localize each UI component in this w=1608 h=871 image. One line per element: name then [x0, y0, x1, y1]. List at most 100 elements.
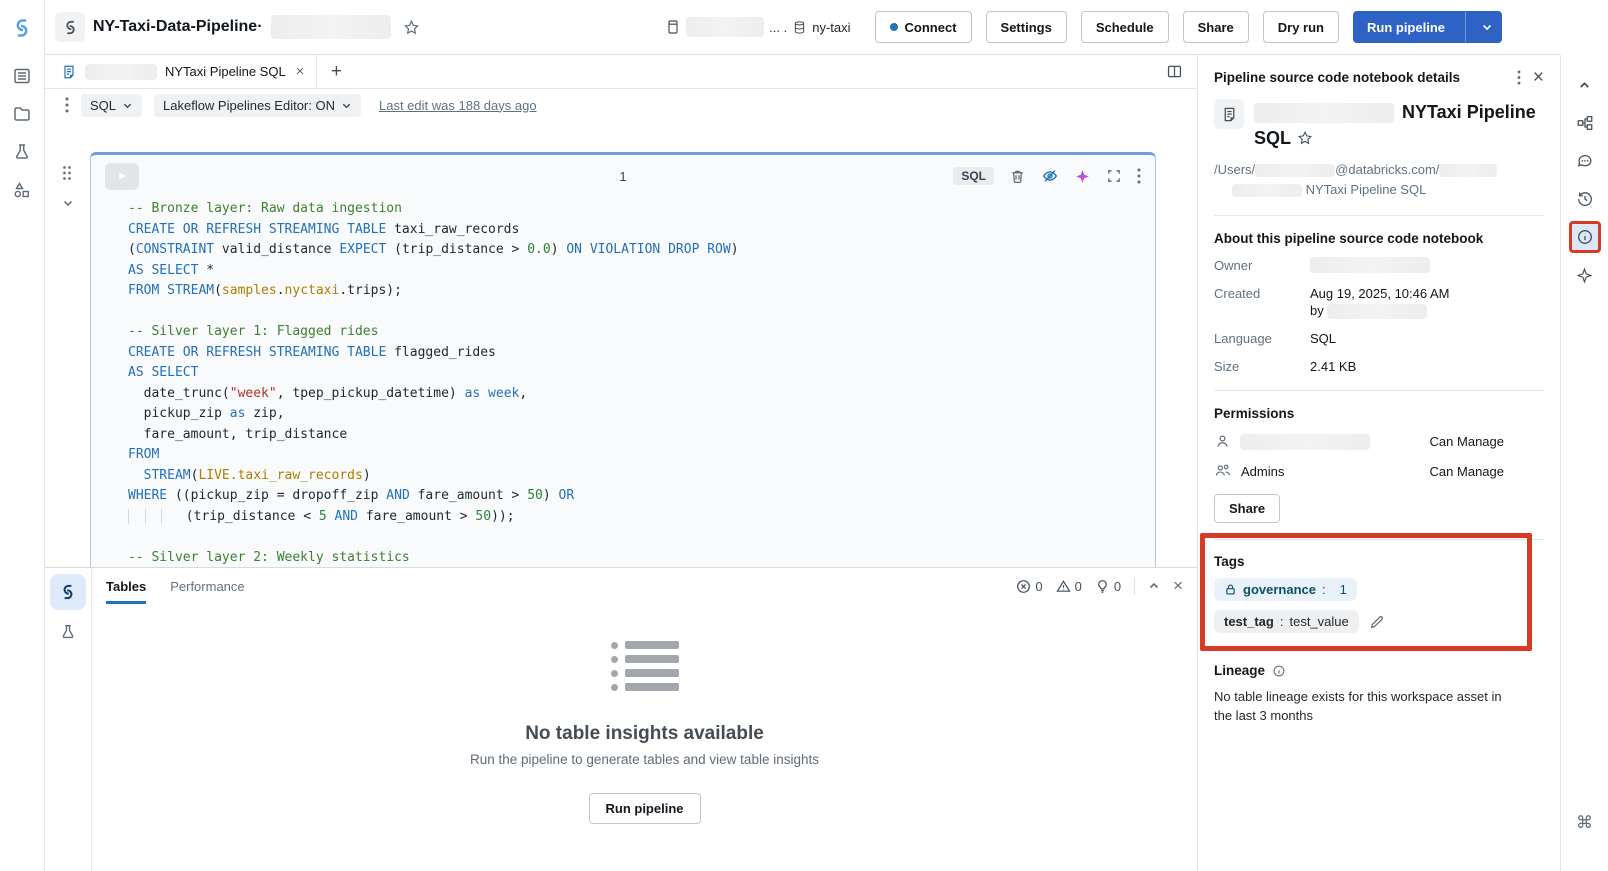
path-domain: @databricks.com/ [1335, 162, 1439, 177]
tag-test-tag[interactable]: test_tag:test_value [1214, 610, 1359, 633]
tag-separator: : [1280, 614, 1284, 629]
error-circle-icon [1016, 579, 1031, 594]
sql-code-cell[interactable]: 1 SQL [90, 152, 1156, 567]
command-key-icon[interactable]: ⌘ [1576, 813, 1593, 833]
size-row: Size 2.41 KB [1214, 358, 1544, 375]
tab-nytaxi-pipeline-sql[interactable]: NYTaxi Pipeline SQL × [45, 55, 317, 88]
details-kebab-menu-icon[interactable] [1517, 70, 1521, 85]
run-pipeline-chevron-down-icon[interactable] [1473, 21, 1501, 33]
tab-close-icon[interactable]: × [296, 64, 305, 79]
language-dropdown-label: SQL [90, 98, 116, 113]
tag-governance[interactable]: governance:1 [1214, 578, 1357, 601]
dry-run-label: Dry run [1278, 20, 1324, 35]
size-value: 2.41 KB [1310, 358, 1356, 375]
owner-row: Owner [1214, 257, 1544, 274]
editor-tab-bar: NYTaxi Pipeline SQL × + [45, 55, 1197, 89]
section-divider [1214, 215, 1544, 216]
database-icon [792, 20, 807, 35]
notebook-canvas: 1 SQL [45, 121, 1197, 567]
owner-label: Owner [1214, 257, 1310, 274]
permissions-heading: Permissions [1214, 406, 1544, 421]
admins-access-level: Can Manage [1430, 464, 1504, 479]
warning-counter[interactable]: 0 [1056, 579, 1082, 594]
language-value: SQL [1310, 330, 1336, 347]
redacted-catalog-name [686, 17, 764, 37]
catalog-context[interactable]: ... . ny-taxi [665, 17, 850, 37]
comments-icon[interactable] [1569, 145, 1601, 177]
edit-tags-pencil-icon[interactable] [1369, 614, 1385, 630]
bottom-panel-rail [45, 568, 92, 871]
new-tab-button[interactable]: + [317, 55, 355, 88]
lineage-graph-icon[interactable] [1569, 107, 1601, 139]
error-counter[interactable]: 0 [1016, 579, 1042, 594]
language-dropdown[interactable]: SQL [81, 94, 142, 117]
details-info-icon[interactable] [1569, 221, 1601, 253]
workspace-list-icon[interactable] [5, 59, 39, 93]
permission-row-user: Can Manage [1214, 433, 1544, 450]
tag-key: governance [1243, 582, 1316, 597]
models-shapes-icon[interactable] [5, 173, 39, 207]
empty-state-run-pipeline-button[interactable]: Run pipeline [589, 793, 701, 824]
suggestion-count: 0 [1114, 579, 1121, 594]
tags-section: Tags governance:1 test_tag:test_value [1214, 539, 1544, 647]
cell-header: 1 SQL [91, 155, 1155, 197]
hide-result-eye-off-icon[interactable] [1041, 167, 1059, 185]
experiments-flask-icon-small[interactable] [52, 616, 84, 648]
split-editor-icon[interactable] [1166, 55, 1197, 88]
folder-icon[interactable] [5, 97, 39, 131]
lineage-empty-text: No table lineage exists for this workspa… [1214, 687, 1514, 725]
delete-cell-trash-icon[interactable] [1009, 168, 1026, 185]
fullscreen-icon[interactable] [1106, 168, 1122, 184]
assistant-sparkle-outline-icon[interactable] [1569, 259, 1601, 291]
experiments-flask-icon[interactable] [5, 135, 39, 169]
sql-code-editor[interactable]: -- Bronze layer: Raw data ingestionCREAT… [91, 197, 1155, 567]
content-row: NYTaxi Pipeline SQL × + SQL [45, 55, 1560, 871]
settings-label: Settings [1001, 20, 1052, 35]
run-pipeline-button[interactable]: Run pipeline [1353, 11, 1502, 43]
details-close-icon[interactable]: × [1533, 68, 1544, 87]
cell-language-badge[interactable]: SQL [953, 167, 994, 185]
section-divider [1214, 390, 1544, 391]
redacted-path-part2 [1232, 184, 1302, 197]
version-history-icon[interactable] [1569, 183, 1601, 215]
pipeline-view-icon[interactable] [50, 574, 86, 610]
schedule-button[interactable]: Schedule [1081, 11, 1169, 43]
kebab-menu-icon[interactable] [65, 97, 69, 113]
last-edit-link[interactable]: Last edit was 188 days ago [379, 98, 537, 113]
lock-icon [1224, 583, 1237, 596]
run-cell-button[interactable] [105, 163, 139, 190]
notebook-title-row: NYTaxi Pipeline SQL [1214, 99, 1544, 151]
tab-tables[interactable]: Tables [106, 568, 146, 604]
run-pipeline-divider [1465, 12, 1466, 42]
cell-kebab-menu-icon[interactable] [1137, 168, 1141, 184]
tab-bar-spacer [355, 55, 1166, 88]
database-name: ny-taxi [812, 20, 850, 35]
settings-button[interactable]: Settings [986, 11, 1067, 43]
share-button[interactable]: Share [1183, 11, 1249, 43]
connect-button[interactable]: Connect [875, 11, 972, 43]
schedule-label: Schedule [1096, 20, 1154, 35]
collapse-chevron-up-icon[interactable] [1569, 69, 1601, 101]
tab-performance[interactable]: Performance [170, 568, 244, 604]
tag-separator: : [1322, 582, 1326, 597]
dry-run-button[interactable]: Dry run [1263, 11, 1339, 43]
empty-state-subtitle: Run the pipeline to generate tables and … [470, 752, 819, 767]
info-icon[interactable] [1272, 664, 1286, 678]
language-label: Language [1214, 330, 1310, 347]
panel-close-icon[interactable]: × [1173, 576, 1183, 596]
cell-collapse-chevron-icon[interactable] [62, 197, 74, 209]
insights-status-bar: 0 0 0 [1016, 568, 1183, 604]
assistant-sparkle-icon[interactable] [1074, 168, 1091, 185]
pipeline-title-icon[interactable] [55, 12, 85, 42]
cell-drag-handle-icon[interactable] [62, 165, 72, 181]
permissions-share-button[interactable]: Share [1214, 494, 1280, 523]
favorite-star-icon[interactable] [403, 19, 420, 36]
warning-triangle-icon [1056, 579, 1071, 594]
panel-expand-chevron-icon[interactable] [1148, 580, 1160, 592]
editor-mode-dropdown[interactable]: Lakeflow Pipelines Editor: ON [154, 94, 361, 117]
insights-panel-content: Tables Performance 0 0 [92, 568, 1197, 871]
empty-state-title: No table insights available [525, 723, 764, 745]
pipelines-logo-icon[interactable] [11, 0, 33, 55]
favorite-star-icon[interactable] [1297, 130, 1313, 146]
suggestion-counter[interactable]: 0 [1095, 579, 1121, 594]
